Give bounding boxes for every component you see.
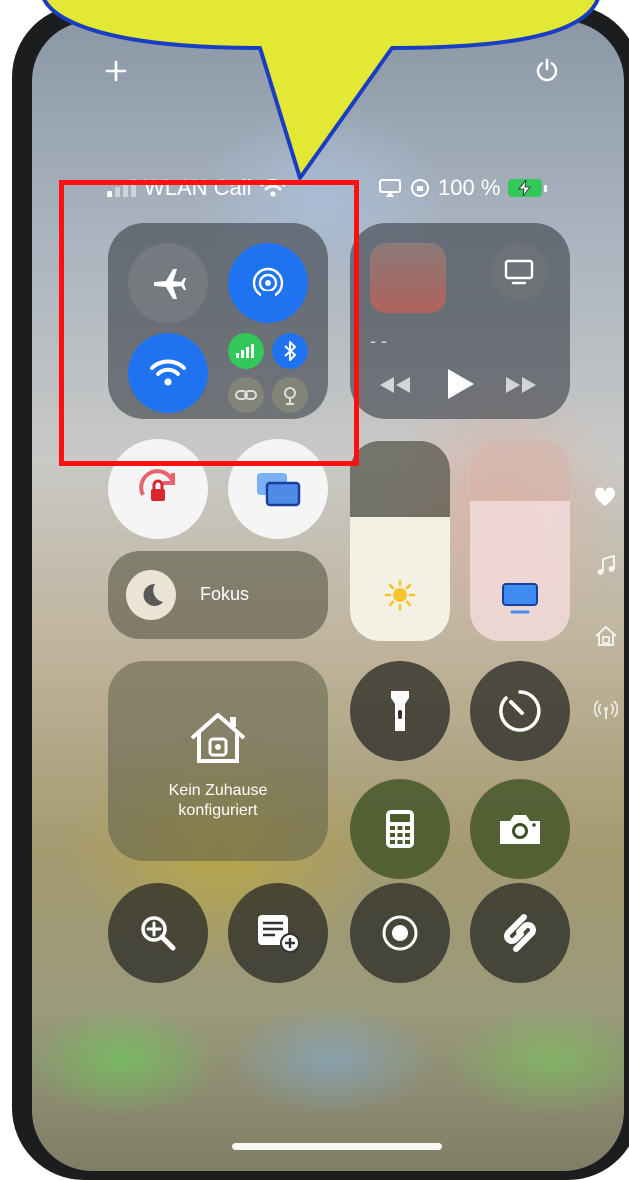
record-icon xyxy=(382,915,418,951)
magnifier-button[interactable] xyxy=(108,883,208,983)
screen-mirror-status-icon xyxy=(378,178,402,198)
volume-slider[interactable] xyxy=(470,441,570,641)
note-add-icon xyxy=(258,915,300,953)
home-tile[interactable]: Kein Zuhause konfiguriert xyxy=(108,661,328,861)
signal-icon[interactable] xyxy=(594,699,618,721)
tv-icon xyxy=(504,259,534,285)
home-line-1: Kein Zuhause xyxy=(168,782,268,799)
play-button[interactable] xyxy=(446,367,476,401)
highlight-box xyxy=(59,180,359,466)
screen-mirror-icon xyxy=(257,473,301,507)
flashlight-button[interactable] xyxy=(350,661,450,761)
magnifier-icon xyxy=(141,916,176,951)
volume-fill xyxy=(470,501,570,641)
brightness-slider[interactable] xyxy=(350,441,450,641)
sun-icon xyxy=(384,579,416,611)
home-indicator xyxy=(232,1143,442,1150)
focus-label: Fokus xyxy=(200,584,250,604)
heart-icon[interactable] xyxy=(594,487,616,507)
battery-percent: 100 % xyxy=(438,175,501,200)
quick-note-button[interactable] xyxy=(228,883,328,983)
media-subtitle: - - xyxy=(370,331,387,351)
flashlight-icon xyxy=(391,691,409,731)
camera-icon xyxy=(500,815,540,844)
home-side-icon[interactable] xyxy=(594,625,618,647)
forward-icon xyxy=(506,377,536,393)
rewind-icon xyxy=(380,377,410,393)
music-icon[interactable] xyxy=(596,555,616,577)
calculator-icon xyxy=(386,810,414,848)
screen-record-button[interactable] xyxy=(350,883,450,983)
battery-icon xyxy=(508,179,548,197)
media-player-tile: - - xyxy=(350,223,570,419)
shazam-button[interactable] xyxy=(470,883,570,983)
rotation-lock-icon xyxy=(139,469,175,501)
rewind-button[interactable] xyxy=(378,375,412,395)
status-bar-right: 100 % xyxy=(378,173,548,203)
forward-button[interactable] xyxy=(504,375,538,395)
home-icon xyxy=(188,711,248,765)
airplay-button[interactable] xyxy=(490,243,548,301)
power-icon[interactable] xyxy=(534,57,560,83)
home-line-2: konfiguriert xyxy=(178,802,258,819)
home-message: Kein Zuhause konfiguriert xyxy=(108,781,328,821)
calculator-button[interactable] xyxy=(350,779,450,879)
timer-icon xyxy=(499,690,541,732)
shazam-icon xyxy=(504,914,536,952)
moon-icon xyxy=(143,583,163,606)
tv-audio-icon xyxy=(500,581,540,615)
plus-icon[interactable] xyxy=(104,59,128,83)
album-art xyxy=(370,243,446,313)
focus-tile[interactable]: Fokus xyxy=(108,551,328,639)
play-icon xyxy=(448,369,474,399)
orientation-lock-status-icon xyxy=(410,178,430,198)
focus-moon-circle xyxy=(126,570,176,620)
timer-button[interactable] xyxy=(470,661,570,761)
camera-button[interactable] xyxy=(470,779,570,879)
